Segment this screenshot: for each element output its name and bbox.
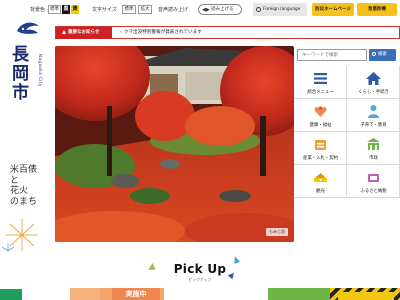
banner-green[interactable]	[268, 288, 336, 300]
banner-caution-panel	[338, 292, 394, 300]
city-tagline: 米百俵 と 花火 のまち	[10, 165, 40, 207]
in-progress-badge: 実施中	[112, 288, 160, 300]
bg-black-button[interactable]: 黒	[62, 5, 70, 14]
menu-item-general[interactable]: 総合メニュー	[294, 66, 347, 99]
menu-item-childcare[interactable]: 子育て・教育	[347, 99, 400, 132]
tourism-icon	[314, 173, 327, 182]
bg-yellow-button[interactable]: 黄	[71, 5, 79, 14]
house-icon	[366, 72, 381, 85]
fireworks-illustration	[1, 219, 38, 252]
city-logo[interactable]: 長岡市 Nagaoka City	[8, 18, 48, 103]
emergency-care-button[interactable]: 急患診療	[357, 3, 397, 16]
menu-item-label: 健康・福祉	[309, 123, 332, 128]
child-icon	[368, 105, 379, 118]
tagline-line: 米百俵	[10, 165, 38, 175]
tagline-line: 花火	[10, 186, 29, 196]
menu-item-label: ふるさと納税	[360, 189, 387, 194]
disaster-prevention-button[interactable]: 防災ホームページ	[312, 3, 354, 16]
pickup-heading: Pick Up	[173, 262, 227, 276]
photo-caption: もみじ園	[266, 228, 288, 236]
notice-tag: 重要なお知らせ	[56, 27, 112, 39]
notice-text: クマ出没特別警報が発表されています	[123, 30, 202, 35]
speech-label: 音声読み上げ	[158, 7, 189, 13]
foreign-language-button[interactable]: Foreign language	[253, 3, 307, 16]
search-button[interactable]: 検索	[369, 49, 396, 61]
menu-item-label: 子育て・教育	[360, 123, 387, 128]
important-notice-bar[interactable]: 重要なお知らせ › クマ出没特別警報が発表されています	[55, 26, 400, 39]
menu-item-label: 産業・入札・契約	[302, 156, 339, 161]
pickup-subheading: ピックアップ	[188, 277, 212, 282]
font-large-button[interactable]: 拡大	[138, 5, 152, 14]
menu-item-label: 総合メニュー	[307, 90, 334, 95]
font-standard-button[interactable]: 標準	[122, 5, 136, 14]
utility-bar: 背景色 標準 黒 黄 文字サイズ 標準 拡大 音声読み上げ ◀▶ 読み上げる F…	[0, 0, 400, 20]
menu-item-tourism[interactable]: 観光	[294, 165, 347, 198]
search-input[interactable]	[297, 49, 367, 61]
hero-image: もみじ園	[55, 46, 294, 242]
menu-item-label: 観光	[316, 189, 325, 194]
warning-icon	[62, 29, 66, 34]
city-name: 長岡市	[12, 45, 29, 103]
menu-item-health[interactable]: 健康・福祉	[294, 99, 347, 132]
hometown-tax-icon	[368, 174, 379, 182]
font-size-label: 文字サイズ	[92, 7, 117, 13]
city-name-english: Nagaoka City	[38, 54, 43, 87]
menu-item-label: 市政	[369, 156, 378, 161]
search-icon	[372, 52, 376, 56]
menu-item-industry[interactable]: 産業・入札・契約	[294, 132, 347, 165]
city-emblem-icon	[17, 22, 39, 34]
bg-standard-button[interactable]: 標準	[48, 5, 61, 14]
search-button-label: 検索	[378, 52, 387, 57]
play-icon: ◀▶	[202, 7, 210, 13]
foreign-language-label: Foreign language	[263, 7, 301, 12]
background-color-label: 背景色	[30, 7, 46, 13]
tagline-line: のまち	[10, 196, 38, 207]
health-icon	[314, 106, 327, 117]
menu-item-label: くらし・手続き	[358, 90, 389, 95]
category-menu: 総合メニュー くらし・手続き 健康・福祉 子育て・教育 産業・入札・契約 市政	[294, 66, 400, 264]
banner-left[interactable]	[0, 289, 22, 300]
industry-icon	[315, 140, 326, 150]
menu-item-city-admin[interactable]: 市政	[347, 132, 400, 165]
read-aloud-label: 読み上げる	[211, 7, 234, 12]
menu-icon	[314, 73, 327, 84]
arrow-right-icon: ›	[120, 30, 122, 35]
menu-item-living[interactable]: くらし・手続き	[347, 66, 400, 99]
notice-link[interactable]: › クマ出没特別警報が発表されています	[120, 27, 202, 39]
menu-item-hometown-tax[interactable]: ふるさと納税	[347, 165, 400, 198]
city-hall-icon	[367, 138, 380, 150]
decoration-shape	[148, 263, 158, 273]
tagline-line: と	[10, 175, 20, 186]
read-aloud-button[interactable]: ◀▶ 読み上げる	[198, 4, 242, 15]
notice-tag-label: 重要なお知らせ	[68, 30, 100, 35]
globe-icon	[256, 7, 261, 12]
autumn-garden-photo	[55, 46, 294, 242]
